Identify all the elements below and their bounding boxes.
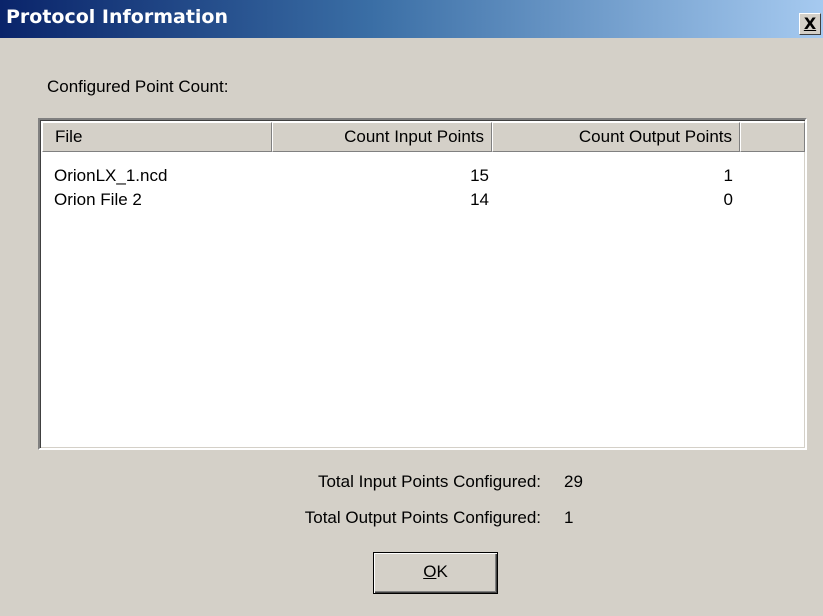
file-name-cell: Orion File 2 [54,190,142,209]
point-count-list[interactable]: File Count Input Points Count Output Poi… [38,118,807,450]
ok-mnemonic: O [423,562,437,581]
ok-label-rest: K [436,562,448,581]
column-header-count-output-points[interactable]: Count Output Points [492,122,740,152]
total-output-points-value: 1 [564,508,574,527]
column-header-file[interactable]: File [42,122,272,152]
column-header-filler [740,122,805,152]
title-bar[interactable]: Protocol Information X [0,0,823,38]
list-header: File Count Input Points Count Output Poi… [42,122,805,152]
file-name-cell: OrionLX_1.ncd [54,166,168,185]
close-button[interactable]: X [799,13,821,35]
close-icon: X [803,14,817,33]
total-input-points-label: Total Input Points Configured: [317,472,541,491]
configured-point-count-label: Configured Point Count: [47,77,229,96]
ok-button[interactable]: OK [373,552,498,594]
table-row[interactable]: Orion File 2 14 0 [42,188,805,212]
input-count-cell: 15 [470,166,489,185]
output-count-cell: 0 [723,190,733,209]
column-header-count-input-points[interactable]: Count Input Points [272,122,492,152]
window-title: Protocol Information [6,6,229,28]
table-row[interactable]: OrionLX_1.ncd 15 1 [42,164,805,188]
output-count-cell: 1 [723,166,733,185]
total-input-points-value: 29 [564,472,583,491]
total-output-points-label: Total Output Points Configured: [304,508,541,527]
input-count-cell: 14 [470,190,489,209]
